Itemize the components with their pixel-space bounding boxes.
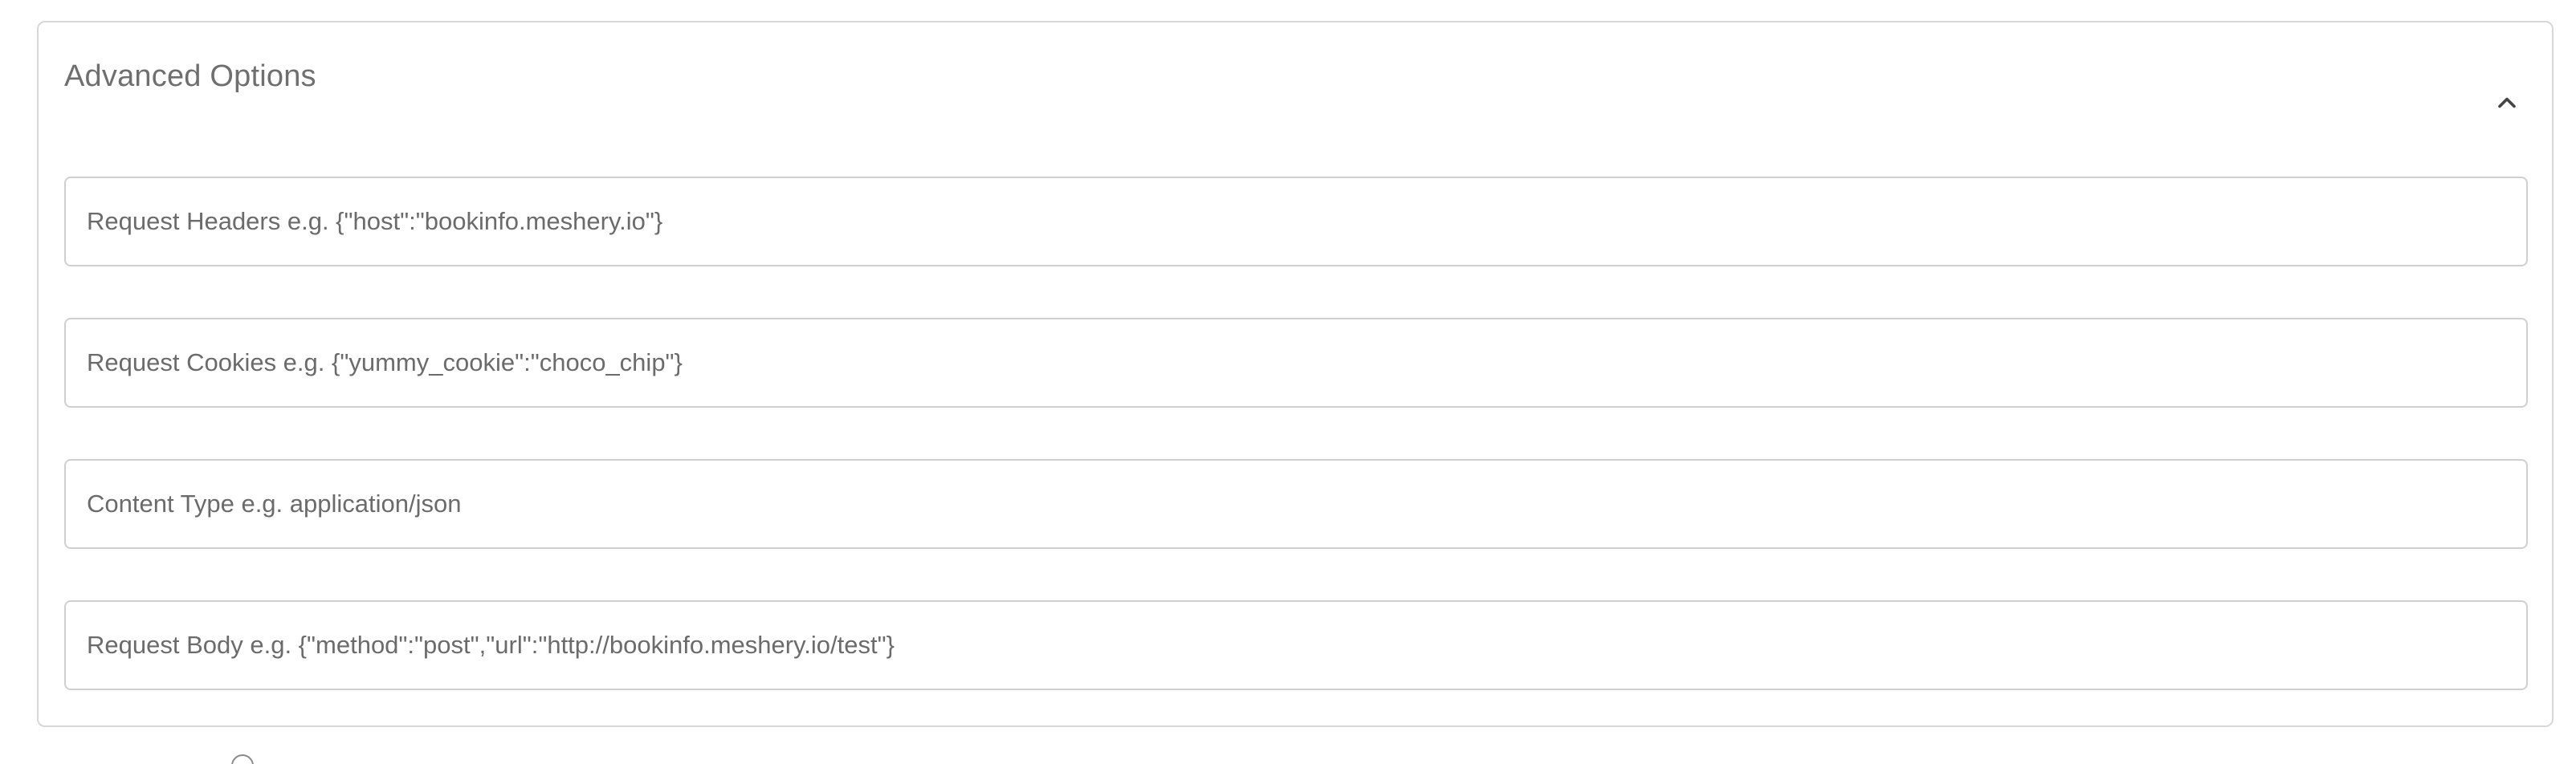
request-body-input[interactable] xyxy=(66,602,2526,689)
page: Advanced Options xyxy=(0,0,2576,764)
request-headers-field[interactable] xyxy=(64,177,2528,266)
chevron-up-icon[interactable] xyxy=(2492,88,2521,117)
request-cookies-field[interactable] xyxy=(64,318,2528,408)
request-headers-input[interactable] xyxy=(66,178,2526,265)
advanced-options-title: Advanced Options xyxy=(64,59,316,93)
advanced-options-panel: Advanced Options xyxy=(37,21,2554,727)
content-type-input[interactable] xyxy=(66,461,2526,547)
request-body-field[interactable] xyxy=(64,600,2528,690)
request-cookies-input[interactable] xyxy=(66,319,2526,406)
advanced-options-header[interactable]: Advanced Options xyxy=(39,22,2552,138)
partial-circle-icon xyxy=(231,754,254,764)
content-type-field[interactable] xyxy=(64,459,2528,549)
